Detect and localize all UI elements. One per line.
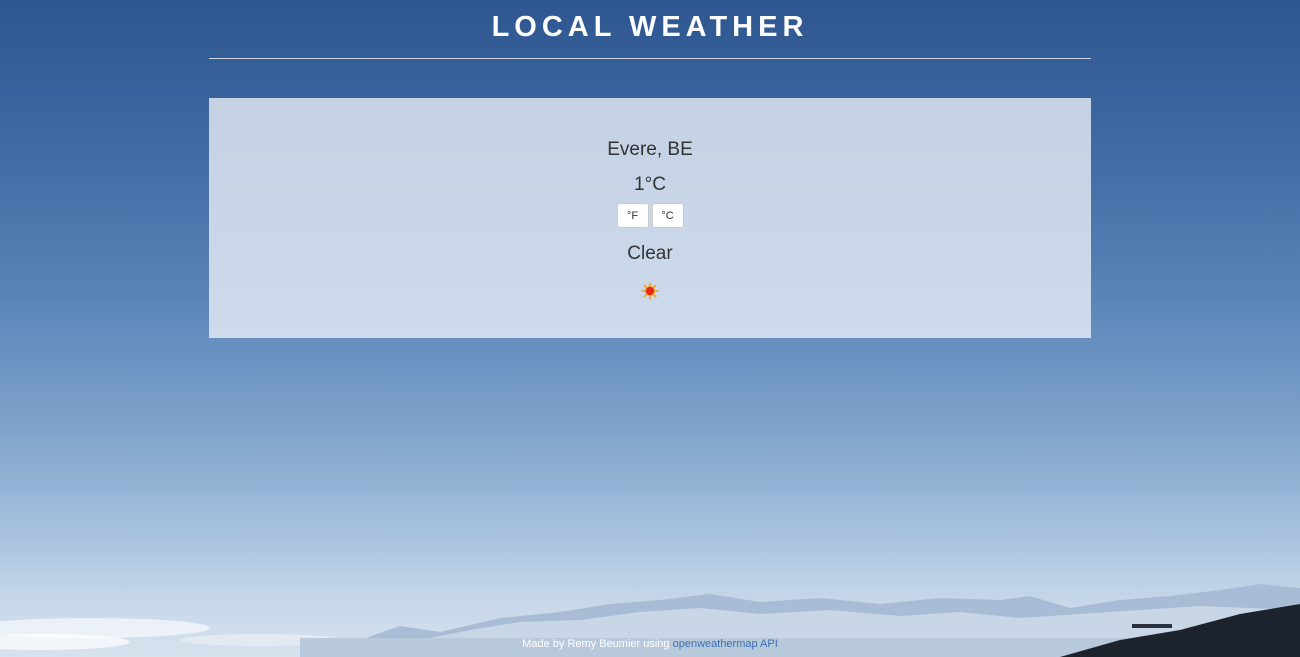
weather-card: Evere, BE 1°C °F °C Clear xyxy=(209,98,1091,338)
location-label: Evere, BE xyxy=(607,139,693,160)
unit-toggle-group: °F °C xyxy=(209,203,1091,228)
page-header: LOCAL WEATHER xyxy=(209,0,1091,59)
page-title: LOCAL WEATHER xyxy=(491,11,809,43)
temperature-value: 1°C xyxy=(634,174,666,195)
sun-icon xyxy=(641,282,659,300)
fahrenheit-button[interactable]: °F xyxy=(616,203,649,228)
celsius-button[interactable]: °C xyxy=(651,203,684,228)
page-footer: Made by Remy Beumier using openweatherma… xyxy=(0,638,1300,650)
footer-credit: Made by Remy Beumier using xyxy=(522,638,673,650)
openweathermap-link[interactable]: openweathermap API xyxy=(673,638,778,650)
weather-condition: Clear xyxy=(627,243,673,264)
